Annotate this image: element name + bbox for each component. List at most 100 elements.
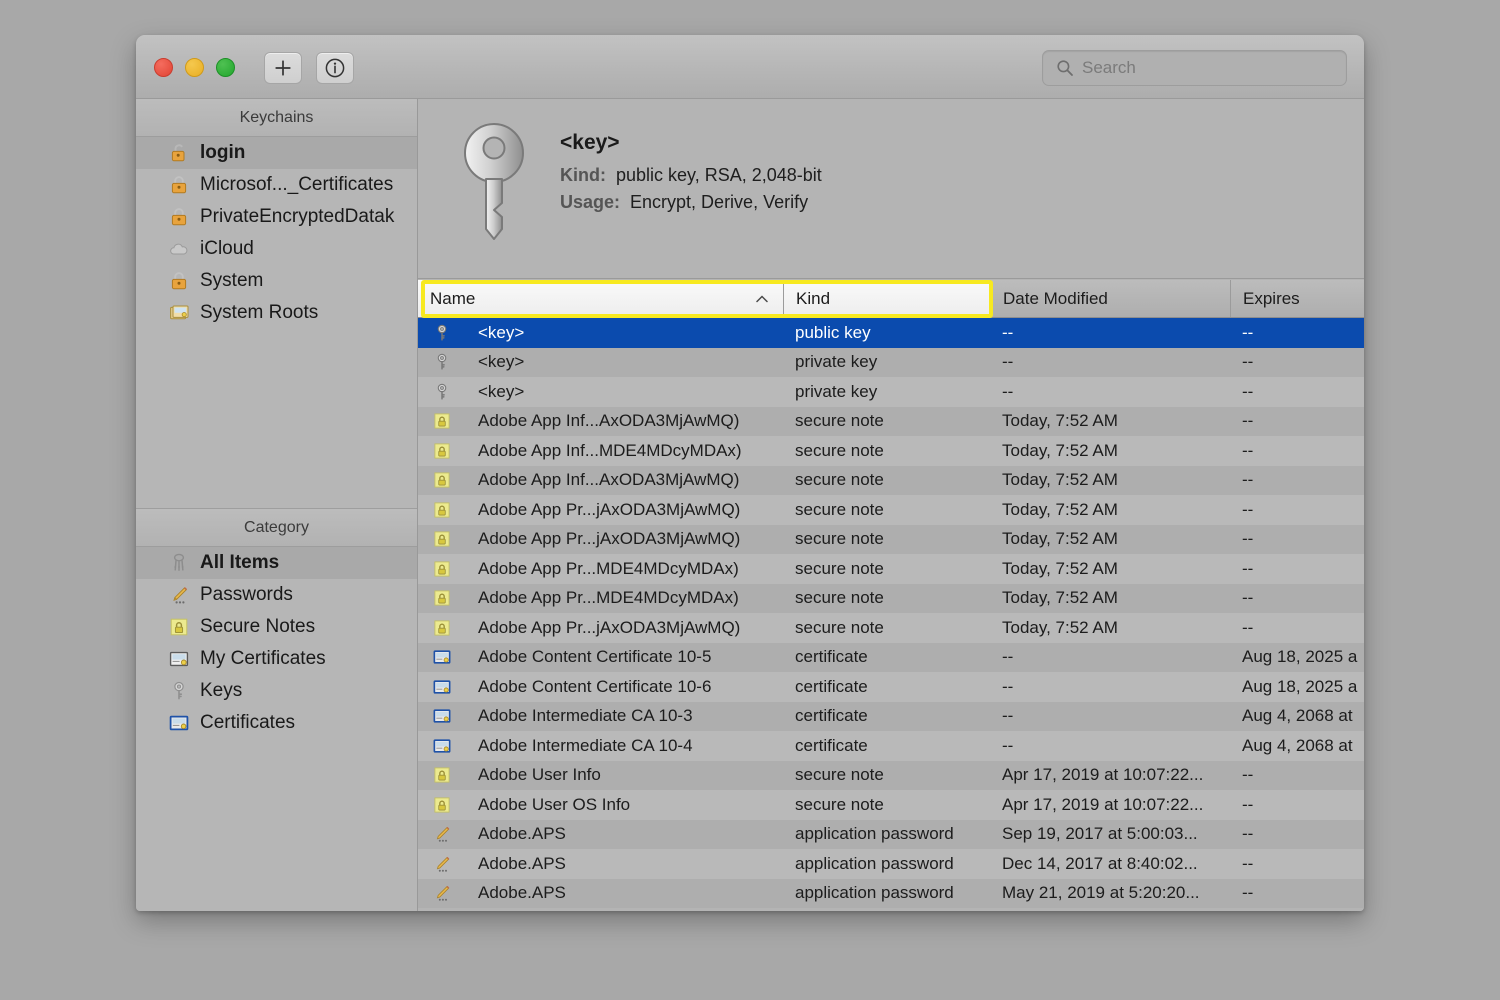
row-expires-cell: Aug 4, 2068 at <box>1242 735 1353 755</box>
row-date-modified-cell: Today, 7:52 AM <box>1002 529 1118 549</box>
column-header-label: Kind <box>796 288 831 308</box>
row-date-modified-cell: Today, 7:52 AM <box>1002 411 1118 431</box>
table-row[interactable]: Adobe App Pr...MDE4MDcyMDAx) secure note T… <box>418 583 1364 613</box>
row-kind-cell: secure note <box>795 440 884 460</box>
row-kind-cell: secure note <box>795 529 884 549</box>
plus-icon <box>275 60 291 76</box>
row-icon-cell <box>418 765 466 785</box>
row-date-modified-cell: -- <box>1002 352 1014 372</box>
sidebar-item-label: Secure Notes <box>200 616 316 637</box>
table-row[interactable]: Adobe App Inf...AxODA3MjAwMQ) secure note… <box>418 406 1364 436</box>
keychains-list: login Microsof..._Certificates PrivateEn… <box>136 137 417 329</box>
table-row[interactable]: <key> private key -- -- <box>418 347 1364 377</box>
row-name-cell: Adobe Intermediate CA 10-3 <box>478 706 693 726</box>
sidebar-item-label: Keys <box>200 680 243 701</box>
zoom-button[interactable] <box>216 58 235 77</box>
window-body: Keychains login Microsof..._Certificates… <box>136 99 1364 911</box>
minimize-button[interactable] <box>185 58 204 77</box>
row-date-modified-cell: May 21, 2019 at 5:20:20... <box>1002 883 1200 903</box>
row-date-modified-cell: Apr 17, 2019 at 10:07:22... <box>1002 794 1204 814</box>
row-expires-cell: -- <box>1242 322 1254 342</box>
row-name-cell: <key> <box>478 352 525 372</box>
sidebar-item-my-certificates[interactable]: My Certificates <box>136 643 417 675</box>
item-info-button[interactable] <box>316 52 354 84</box>
table-row[interactable]: Adobe App Pr...jAxODA3MjAwMQ) secure note… <box>418 613 1364 643</box>
certificate-icon <box>432 706 452 726</box>
sidebar-item-secure-notes[interactable]: Secure Notes <box>136 611 417 643</box>
my-certificate-icon <box>168 648 190 670</box>
table-row[interactable]: Adobe User Info secure note Apr 17, 2019 a… <box>418 760 1364 790</box>
row-expires-cell: Aug 4, 2068 at <box>1242 706 1353 726</box>
search-field[interactable]: Search <box>1042 50 1347 86</box>
row-expires-cell: -- <box>1242 558 1254 578</box>
table-row[interactable]: Adobe Intermediate CA 10-4 certificate -- A… <box>418 731 1364 761</box>
row-name-cell: Adobe Content Certificate 10-5 <box>478 647 712 667</box>
sidebar-item-private-encrypted-datak[interactable]: PrivateEncryptedDatak <box>136 201 417 233</box>
row-name-cell: Adobe App Pr...MDE4MDcyMDAx) <box>478 558 739 578</box>
table-row[interactable]: Adobe Content Certificate 10-5 certificat… <box>418 642 1364 672</box>
row-kind-cell: secure note <box>795 470 884 490</box>
locked-padlock-icon <box>168 206 190 228</box>
sidebar-item-all-items[interactable]: All Items <box>136 547 417 579</box>
item-kind-row: Kind: public key, RSA, 2,048-bit <box>560 165 822 186</box>
secure-note-icon <box>432 500 452 520</box>
table-row[interactable]: Adobe App Pr...MDE4MDcyMDAx) secure note T… <box>418 554 1364 584</box>
table-row[interactable]: Adobe App Inf...MDE4MDcyMDAx) secure note… <box>418 436 1364 466</box>
row-expires-cell: -- <box>1242 794 1254 814</box>
table-row[interactable]: Adobe.APS application password Sep 19, 201… <box>418 819 1364 849</box>
key-icon <box>432 382 452 402</box>
column-header-expires[interactable]: Expires <box>1230 280 1364 317</box>
row-date-modified-cell: -- <box>1002 735 1014 755</box>
table-row[interactable]: Adobe Intermediate CA 10-3 certificate -- A… <box>418 701 1364 731</box>
category-section: Category All Items Passwords Secure Note… <box>136 508 417 739</box>
row-icon-cell <box>418 529 466 549</box>
table-row[interactable]: Adobe App Pr...jAxODA3MjAwMQ) secure note… <box>418 524 1364 554</box>
sidebar-item-login[interactable]: login <box>136 137 417 169</box>
row-icon-cell <box>418 352 466 372</box>
table-row[interactable]: Adobe App Inf...AxODA3MjAwMQ) secure note… <box>418 465 1364 495</box>
certificate-stack-icon <box>168 302 190 324</box>
row-date-modified-cell: Today, 7:52 AM <box>1002 470 1118 490</box>
table-row[interactable]: <key> private key -- -- <box>418 377 1364 407</box>
screen: Search Keychains login Microsof..._Certi… <box>0 0 1500 1000</box>
sidebar-item-certificates[interactable]: Certificates <box>136 707 417 739</box>
row-name-cell: <key> <box>478 322 525 342</box>
sidebar-item-microsoft-certificates[interactable]: Microsof..._Certificates <box>136 169 417 201</box>
row-expires-cell: -- <box>1242 411 1254 431</box>
column-header-kind[interactable]: Kind <box>783 280 990 317</box>
search-placeholder: Search <box>1082 58 1136 77</box>
sidebar-item-passwords[interactable]: Passwords <box>136 579 417 611</box>
table-row[interactable]: Adobe App Pr...jAxODA3MjAwMQ) secure note… <box>418 495 1364 525</box>
sidebar-item-label: System <box>200 270 264 291</box>
column-header-name[interactable]: Name <box>418 280 783 317</box>
sidebar-item-system[interactable]: System <box>136 265 417 297</box>
column-header-label: Name <box>430 288 476 308</box>
key-icon <box>432 352 452 372</box>
sidebar-item-icloud[interactable]: iCloud <box>136 233 417 265</box>
close-button[interactable] <box>154 58 173 77</box>
row-icon-cell <box>418 824 466 844</box>
table-row[interactable]: Adobe.APS application password Dec 14, 201… <box>418 849 1364 879</box>
table-header-row: Name Kind Date Modified Expires <box>418 280 1364 318</box>
column-header-date-modified[interactable]: Date Modified <box>990 280 1230 317</box>
table-row[interactable]: Adobe Content Certificate 10-6 certificat… <box>418 672 1364 702</box>
search-icon <box>1057 60 1073 76</box>
sidebar-item-system-roots[interactable]: System Roots <box>136 297 417 329</box>
sidebar-item-label: login <box>200 142 246 163</box>
add-item-button[interactable] <box>264 52 302 84</box>
sidebar-item-keys[interactable]: Keys <box>136 675 417 707</box>
row-name-cell: Adobe App Pr...jAxODA3MjAwMQ) <box>478 499 741 519</box>
pencil-password-icon <box>168 584 190 606</box>
row-kind-cell: secure note <box>795 499 884 519</box>
pencil-password-icon <box>432 824 452 844</box>
row-name-cell: Adobe User Info <box>478 765 601 785</box>
table-row[interactable]: <key> public key -- -- <box>418 318 1364 348</box>
sidebar-item-label: System Roots <box>200 302 319 323</box>
table-row[interactable]: Adobe.APS application password May 21, 201… <box>418 878 1364 908</box>
item-usage-value: Encrypt, Derive, Verify <box>630 192 809 212</box>
content-area: <key> Kind: public key, RSA, 2,048-bit U… <box>418 99 1364 911</box>
row-expires-cell: -- <box>1242 470 1254 490</box>
row-expires-cell: -- <box>1242 853 1254 873</box>
row-kind-cell: certificate <box>795 676 868 696</box>
table-row[interactable]: Adobe User OS Info secure note Apr 17, 201… <box>418 790 1364 820</box>
